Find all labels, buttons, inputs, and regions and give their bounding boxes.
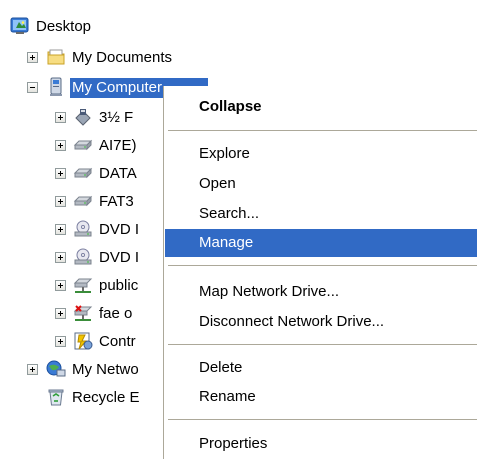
menu-item-manage[interactable]: Manage xyxy=(165,229,477,257)
hard-drive-icon xyxy=(73,191,93,211)
tree-item-dvd-2[interactable]: DVD I xyxy=(0,245,163,271)
tree-label: My Netwo xyxy=(72,361,139,378)
expand-plus-icon[interactable] xyxy=(55,308,66,319)
tree-item-desktop[interactable]: Desktop xyxy=(0,14,160,40)
menu-separator xyxy=(168,265,477,266)
tree-item-drive-ai7[interactable]: AI7E) xyxy=(0,133,163,159)
expand-plus-icon[interactable] xyxy=(27,364,38,375)
menu-item-map-network-drive[interactable]: Map Network Drive... xyxy=(165,278,477,306)
expand-plus-icon[interactable] xyxy=(55,336,66,347)
tree-label: My Documents xyxy=(72,49,173,66)
tree-label: DVD I xyxy=(99,221,140,238)
floppy-drive-icon xyxy=(73,107,93,127)
menu-item-collapse[interactable]: Collapse xyxy=(165,93,477,121)
tree-label: FAT3 xyxy=(99,193,134,210)
tree-label: Contr xyxy=(99,333,136,350)
menu-item-search[interactable]: Search... xyxy=(165,200,477,228)
tree-label: public xyxy=(99,277,139,294)
tree-item-my-documents[interactable]: My Documents xyxy=(0,45,220,71)
menu-item-explore[interactable]: Explore xyxy=(165,140,477,168)
collapse-minus-icon[interactable] xyxy=(27,82,38,93)
expand-plus-icon[interactable] xyxy=(55,196,66,207)
expand-plus-icon[interactable] xyxy=(55,252,66,263)
expand-plus-icon[interactable] xyxy=(55,112,66,123)
dvd-drive-icon xyxy=(73,247,93,267)
control-panel-icon xyxy=(73,331,93,351)
computer-icon xyxy=(46,77,66,97)
hard-drive-icon xyxy=(73,163,93,183)
tree-label: Desktop xyxy=(36,18,92,35)
network-drive-icon xyxy=(73,275,93,295)
folder-icon xyxy=(46,47,66,67)
menu-separator xyxy=(168,419,477,420)
tree-label: fae o xyxy=(99,305,133,322)
tree-item-control-panel[interactable]: Contr xyxy=(0,329,163,355)
tree-item-recycle-bin[interactable]: Recycle E xyxy=(0,385,163,411)
tree-item-floppy[interactable]: 3½ F xyxy=(0,105,163,131)
tree-label: 3½ F xyxy=(99,109,134,126)
context-menu: Collapse Explore Open Search... Manage M… xyxy=(163,86,477,459)
tree-item-public-share[interactable]: public xyxy=(0,273,163,299)
tree-item-dvd-1[interactable]: DVD I xyxy=(0,217,163,243)
tree-item-fae-share[interactable]: fae o xyxy=(0,301,163,327)
expand-plus-icon[interactable] xyxy=(55,224,66,235)
tree-label: DVD I xyxy=(99,249,140,266)
menu-separator xyxy=(168,130,477,131)
dvd-drive-icon xyxy=(73,219,93,239)
hard-drive-icon xyxy=(73,135,93,155)
menu-separator xyxy=(168,344,477,345)
tree-label: AI7E) xyxy=(99,137,137,154)
tree-label: DATA xyxy=(99,165,137,182)
menu-item-disconnect-network-drive[interactable]: Disconnect Network Drive... xyxy=(165,308,477,336)
tree-item-drive-fat[interactable]: FAT3 xyxy=(0,189,163,215)
menu-item-delete[interactable]: Delete xyxy=(165,354,477,382)
menu-item-properties[interactable]: Properties xyxy=(165,430,477,458)
expand-plus-icon[interactable] xyxy=(55,280,66,291)
network-places-icon xyxy=(46,359,66,379)
tree-item-my-network[interactable]: My Netwo xyxy=(0,357,163,383)
tree-item-drive-data[interactable]: DATA xyxy=(0,161,163,187)
expand-plus-icon[interactable] xyxy=(27,52,38,63)
tree-label: Recycle E xyxy=(72,389,140,406)
desktop-icon xyxy=(10,16,30,36)
expand-plus-icon[interactable] xyxy=(55,168,66,179)
expand-plus-icon[interactable] xyxy=(55,140,66,151)
menu-item-rename[interactable]: Rename xyxy=(165,383,477,411)
recycle-bin-icon xyxy=(46,387,66,407)
menu-item-open[interactable]: Open xyxy=(165,170,477,198)
network-drive-icon xyxy=(73,303,93,323)
